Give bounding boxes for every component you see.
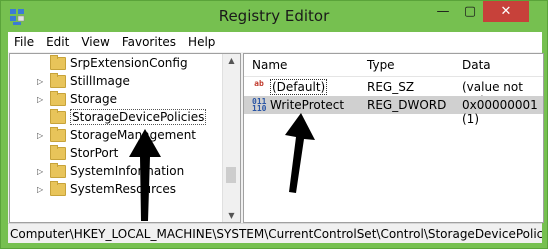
tree-item[interactable]: ▷ Storage — [10, 90, 222, 108]
value-type: REG_SZ — [367, 80, 415, 94]
tree-item[interactable]: StorPort — [10, 144, 222, 162]
tree-item-label: StorageDevicePolicies — [70, 109, 207, 125]
annotation-arrow-icon — [285, 113, 315, 193]
folder-icon — [50, 180, 66, 196]
folder-icon — [50, 144, 66, 160]
folder-icon — [50, 72, 66, 88]
key-tree-pane[interactable]: SrpExtensionConfig ▷ StillImage ▷ Storag… — [9, 53, 241, 223]
menu-bar: File Edit View Favorites Help — [8, 32, 542, 52]
value-type: REG_DWORD — [367, 98, 447, 112]
folder-icon — [50, 108, 66, 124]
tree-item[interactable]: ▷ SystemResources — [10, 180, 222, 198]
tree-item[interactable]: ▷ StillImage — [10, 72, 222, 90]
menu-help[interactable]: Help — [182, 35, 221, 49]
scrollbar-thumb[interactable] — [226, 167, 236, 183]
minimize-button[interactable]: — — [429, 1, 457, 22]
folder-icon — [50, 90, 66, 106]
title-bar[interactable]: Registry Editor — ▢ ✕ — [1, 1, 547, 34]
tree-item[interactable]: ▷ StorageManagement — [10, 126, 222, 144]
registry-editor-window: Registry Editor — ▢ ✕ File Edit View Fav… — [0, 0, 548, 249]
status-bar-path: Computer\HKEY_LOCAL_MACHINE\SYSTEM\Curre… — [8, 223, 542, 243]
maximize-button[interactable]: ▢ — [457, 1, 483, 22]
expand-arrow-icon[interactable]: ▷ — [37, 185, 45, 194]
menu-edit[interactable]: Edit — [40, 35, 75, 49]
tree-item[interactable]: SrpExtensionConfig — [10, 54, 222, 72]
column-header-data[interactable]: Data — [462, 58, 491, 72]
tree-item-selected[interactable]: StorageDevicePolicies — [10, 108, 222, 126]
scroll-up-icon[interactable]: ▲ — [223, 56, 240, 65]
expand-arrow-icon[interactable]: ▷ — [37, 77, 45, 86]
menu-file[interactable]: File — [8, 35, 40, 49]
value-name: WriteProtect — [270, 98, 345, 112]
string-value-icon: ab — [254, 79, 264, 88]
tree-item-label: StillImage — [70, 74, 130, 88]
annotation-arrow-icon — [129, 129, 161, 221]
folder-icon — [50, 54, 66, 70]
tree-item-label: Storage — [70, 92, 117, 106]
tree-vertical-scrollbar[interactable]: ▲ ▼ — [222, 54, 240, 222]
tree-item[interactable]: ▷ SystemInformation — [10, 162, 222, 180]
expand-arrow-icon[interactable]: ▷ — [37, 95, 45, 104]
folder-icon — [50, 126, 66, 142]
expand-arrow-icon[interactable]: ▷ — [37, 167, 45, 176]
tree-item-label: SrpExtensionConfig — [70, 56, 188, 70]
value-name: (Default) — [270, 79, 328, 95]
column-header-name[interactable]: Name — [252, 58, 287, 72]
column-header-type[interactable]: Type — [367, 58, 395, 72]
value-row-selected[interactable]: 011 110 WriteProtect REG_DWORD 0x00000001… — [244, 96, 543, 126]
client-area: File Edit View Favorites Help SrpExtensi… — [8, 32, 544, 243]
scroll-down-icon[interactable]: ▼ — [223, 211, 240, 220]
expand-arrow-icon[interactable]: ▷ — [37, 131, 45, 140]
dword-value-icon: 011 110 — [252, 97, 267, 113]
list-header: Name Type Data — [244, 54, 543, 77]
value-data: 0x00000001 (1) — [462, 98, 538, 126]
folder-icon — [50, 162, 66, 178]
tree-item-label: StorPort — [70, 146, 119, 160]
menu-favorites[interactable]: Favorites — [116, 35, 182, 49]
close-button[interactable]: ✕ — [483, 1, 529, 22]
value-row[interactable]: ab (Default) REG_SZ (value not set) — [244, 78, 543, 108]
menu-view[interactable]: View — [75, 35, 115, 49]
